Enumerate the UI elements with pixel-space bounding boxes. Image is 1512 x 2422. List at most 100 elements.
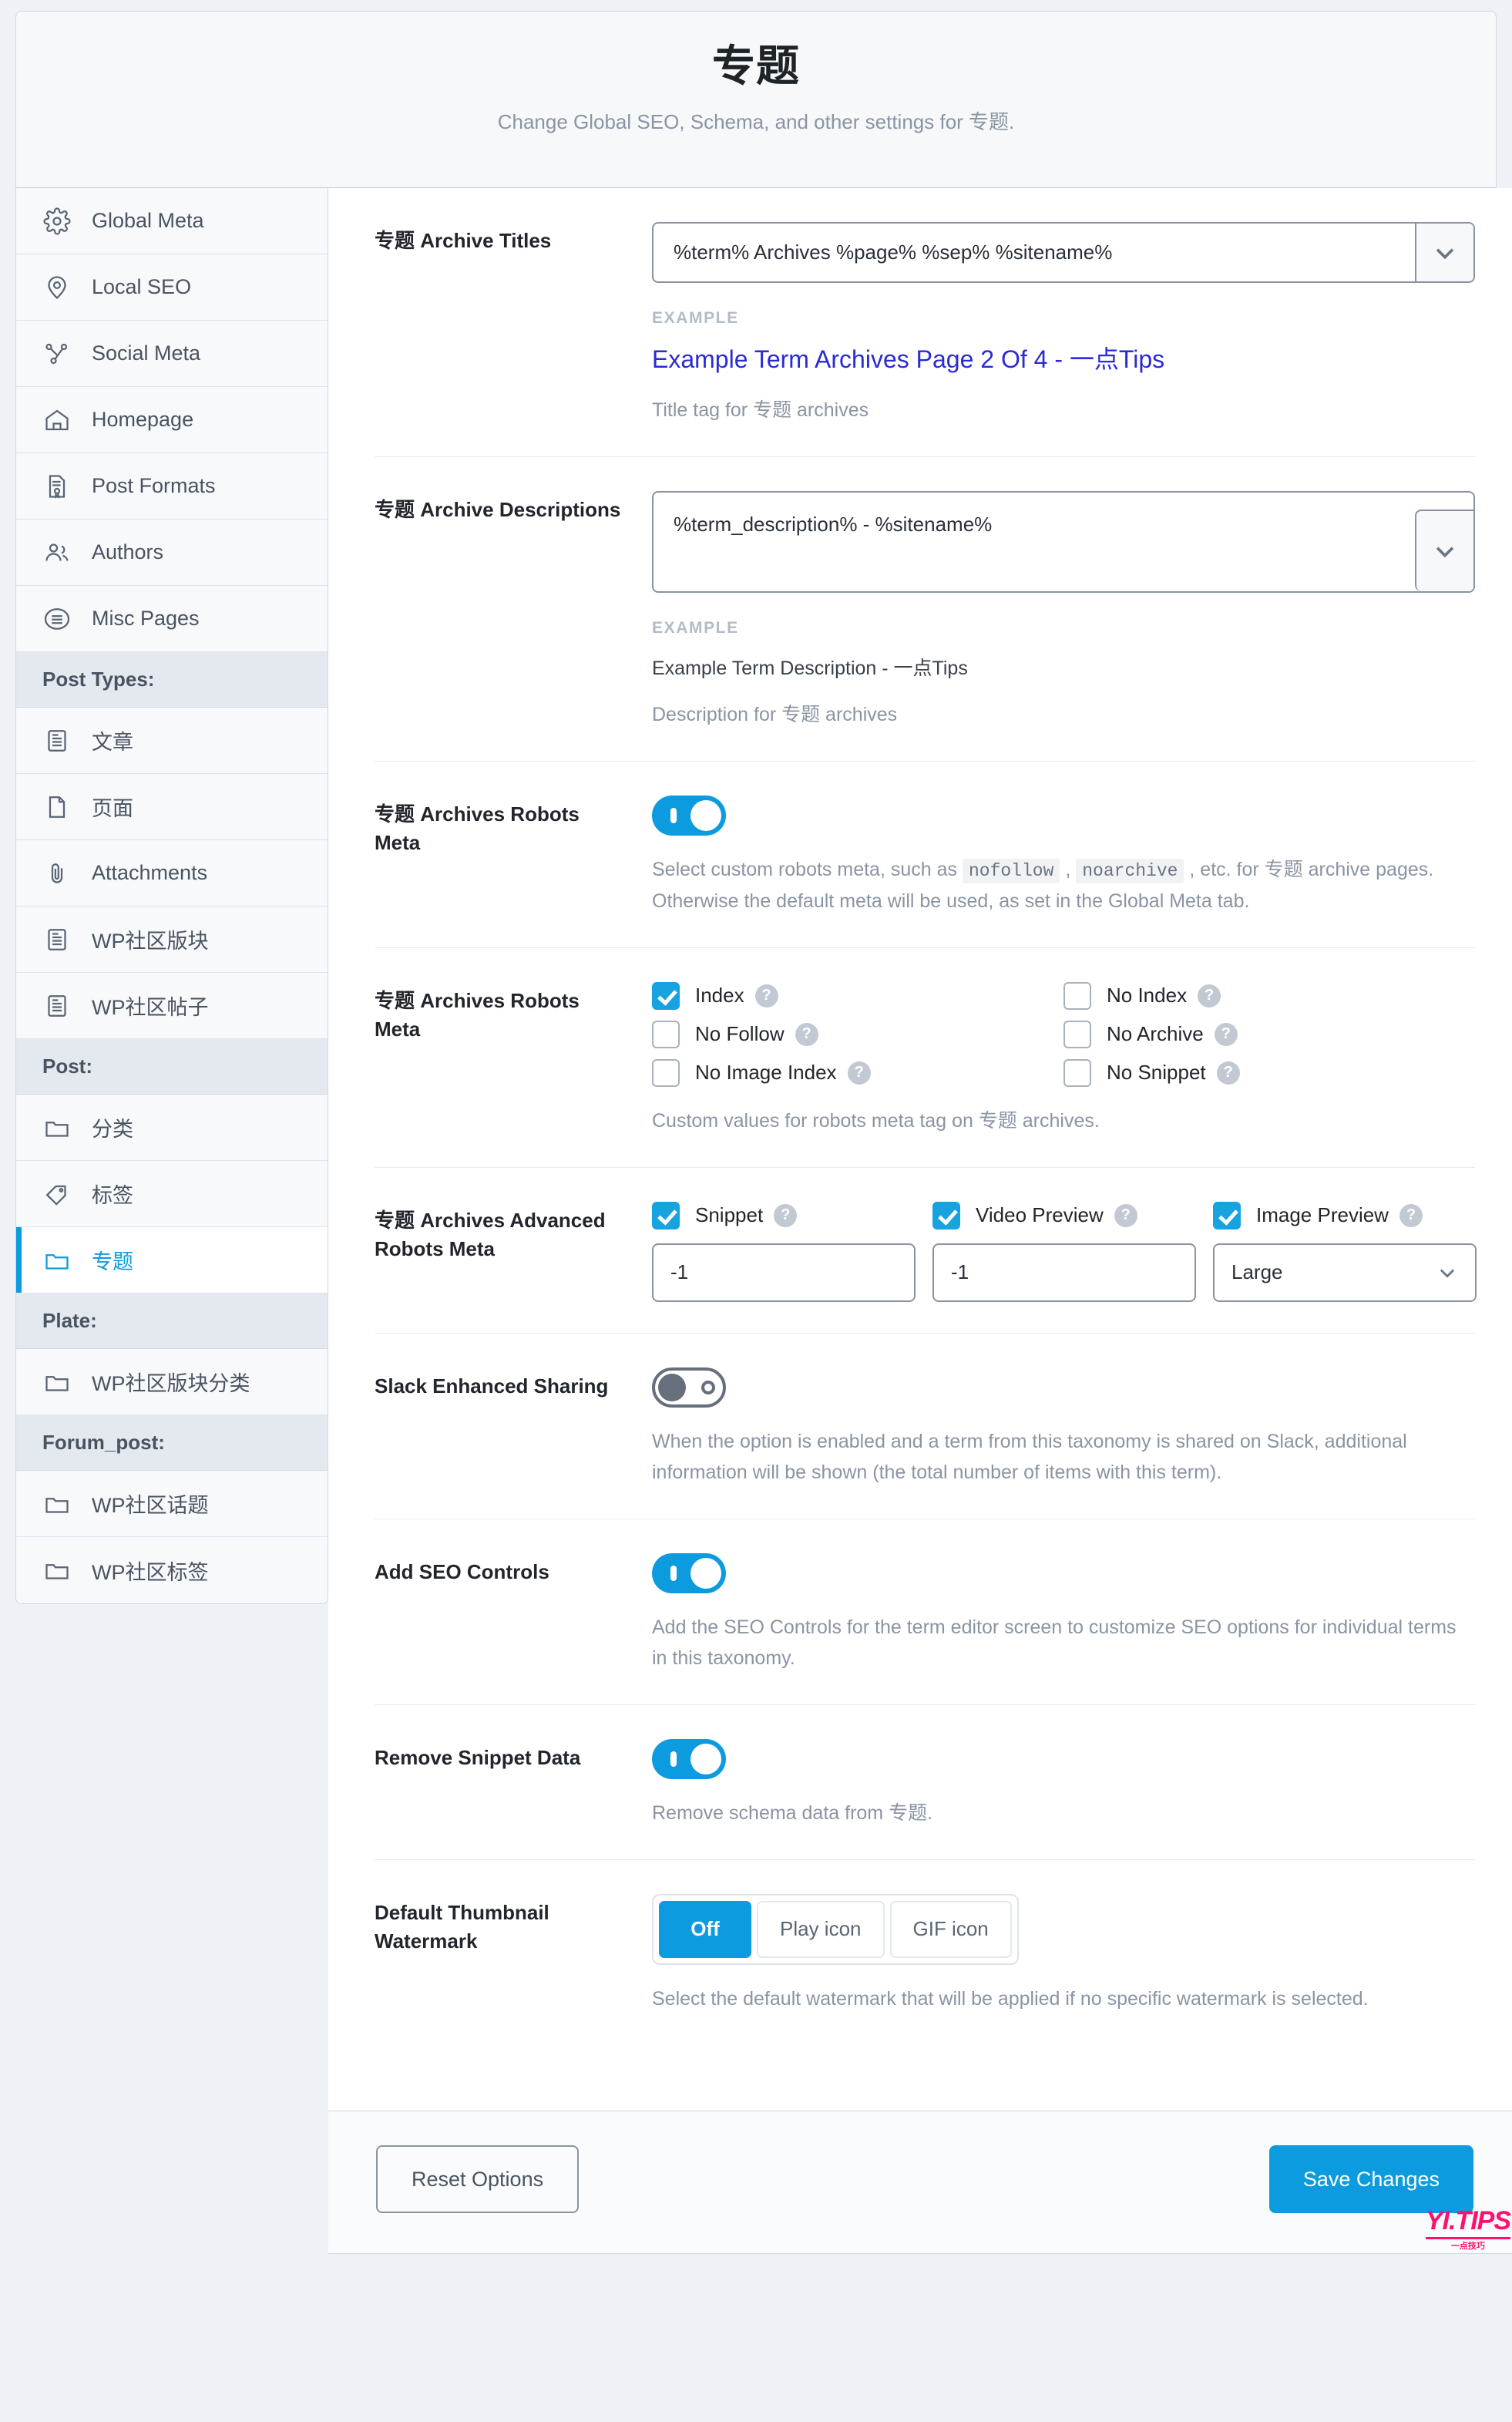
- checkbox-video-preview[interactable]: [932, 1201, 960, 1230]
- users-icon: [42, 538, 72, 567]
- sidebar-item-fenlei[interactable]: 分类: [16, 1095, 328, 1161]
- archive-descriptions-example-label: EXAMPLE: [652, 619, 739, 637]
- sidebar-item-wp-topic[interactable]: WP社区话题: [16, 1471, 328, 1537]
- archive-titles-label: 专题 Archive Titles: [375, 229, 552, 252]
- checkbox-row-no-archive[interactable]: No Archive ?: [1063, 1020, 1475, 1048]
- help-icon[interactable]: ?: [795, 1022, 818, 1046]
- sidebar-item-homepage[interactable]: Homepage: [16, 387, 328, 453]
- archive-titles-dropdown-toggle[interactable]: [1415, 224, 1473, 281]
- help-icon[interactable]: ?: [1399, 1203, 1423, 1227]
- checkbox-no-image-index[interactable]: [652, 1058, 680, 1087]
- archive-descriptions-input[interactable]: %term_description% - %sitename%: [654, 493, 1415, 591]
- help-icon[interactable]: ?: [1198, 984, 1221, 1007]
- checkbox-row-no-snippet[interactable]: No Snippet ?: [1063, 1058, 1475, 1087]
- sidebar-item-global-meta[interactable]: Global Meta: [16, 188, 328, 254]
- archive-descriptions-input-group[interactable]: %term_description% - %sitename%: [652, 491, 1475, 594]
- checkbox-row-no-index[interactable]: No Index ?: [1063, 981, 1475, 1010]
- sidebar-item-label: 分类: [92, 1118, 133, 1141]
- sidebar-item-attachments[interactable]: Attachments: [16, 840, 328, 907]
- home-icon: [42, 405, 72, 435]
- paperclip-icon: [42, 859, 72, 888]
- sidebar-group-forum-post: Forum_post:: [16, 1415, 328, 1471]
- watermark-option-gif-icon[interactable]: GIF icon: [889, 1900, 1012, 1958]
- archive-titles-input[interactable]: %term% Archives %page% %sep% %sitename%: [654, 224, 1415, 281]
- checkbox-label: No Image Index: [695, 1061, 837, 1085]
- sidebar-item-zhuanti[interactable]: 专题: [16, 1227, 328, 1293]
- robots-meta-checks-help: Custom values for robots meta tag on 专题 …: [652, 1109, 1100, 1132]
- checkbox-no-index[interactable]: [1063, 981, 1091, 1010]
- watermark-option-off[interactable]: Off: [659, 1900, 751, 1958]
- seo-controls-label: Add SEO Controls: [375, 1559, 549, 1583]
- remove-snippet-field: Remove schema data from 专题.: [652, 1738, 1475, 1828]
- chevron-down-icon: [1432, 240, 1458, 266]
- settings-footer: Reset Options Save Changes YI.TIPS 一点技巧: [328, 2111, 1512, 2253]
- help-icon[interactable]: ?: [774, 1203, 798, 1227]
- folder-icon: [42, 1113, 72, 1142]
- watermark-text: YI.TIPS: [1425, 2206, 1511, 2235]
- image-preview-header: Image Preview ?: [1213, 1201, 1477, 1230]
- sidebar-item-label: Misc Pages: [92, 607, 200, 630]
- remove-snippet-toggle[interactable]: [652, 1738, 726, 1779]
- help-icon[interactable]: ?: [754, 984, 778, 1007]
- row-default-thumbnail-watermark: Default Thumbnail Watermark Off Play ico…: [375, 1860, 1475, 2045]
- sidebar-item-authors[interactable]: Authors: [16, 520, 328, 586]
- sidebar-item-wenzhang[interactable]: 文章: [16, 708, 328, 774]
- settings-content: 专题 Archive Titles %term% Archives %page%…: [328, 188, 1512, 2254]
- checkbox-row-no-image-index[interactable]: No Image Index ?: [652, 1058, 1063, 1087]
- help-icon[interactable]: ?: [1216, 1061, 1240, 1085]
- video-preview-input[interactable]: -1: [932, 1243, 1196, 1302]
- checkbox-no-archive[interactable]: [1063, 1020, 1091, 1048]
- row-archive-descriptions: 专题 Archive Descriptions %term_descriptio…: [375, 457, 1475, 762]
- image-preview-select[interactable]: Large: [1213, 1243, 1477, 1302]
- robots-meta-toggle[interactable]: [652, 796, 726, 836]
- sidebar-item-misc-pages[interactable]: Misc Pages: [16, 586, 328, 652]
- sidebar-item-label: Authors: [92, 540, 164, 563]
- sidebar-item-yemian[interactable]: 页面: [16, 774, 328, 840]
- seo-controls-toggle[interactable]: [652, 1552, 726, 1593]
- chevron-down-icon: [1432, 538, 1458, 564]
- sidebar-item-label: Social Meta: [92, 341, 201, 365]
- checkbox-snippet[interactable]: [652, 1201, 680, 1230]
- sidebar-item-wp-posts[interactable]: WP社区帖子: [16, 973, 328, 1039]
- map-pin-icon: [42, 273, 72, 302]
- archive-descriptions-example-value: Example Term Description - 一点Tips: [652, 658, 968, 680]
- sidebar-item-biaoqian[interactable]: 标签: [16, 1161, 328, 1227]
- gear-icon: [42, 207, 72, 236]
- page-icon: [42, 792, 72, 822]
- sidebar-item-post-formats[interactable]: Post Formats: [16, 453, 328, 520]
- checkbox-index[interactable]: [652, 981, 680, 1010]
- help-icon[interactable]: ?: [1114, 1203, 1137, 1227]
- checkbox-image-preview[interactable]: [1213, 1201, 1241, 1230]
- sidebar-item-wp-tag[interactable]: WP社区标签: [16, 1537, 328, 1603]
- settings-sidebar: Global Meta Local SEO Social Meta Homepa…: [15, 188, 328, 1604]
- sidebar-item-wp-bank-category[interactable]: WP社区版块分类: [16, 1349, 328, 1415]
- sidebar-item-social-meta[interactable]: Social Meta: [16, 321, 328, 387]
- checkbox-row-index[interactable]: Index ?: [652, 981, 1063, 1010]
- sidebar-item-label: 页面: [92, 797, 133, 820]
- sidebar-item-wp-banks[interactable]: WP社区版块: [16, 907, 328, 973]
- checkbox-no-snippet[interactable]: [1063, 1058, 1091, 1087]
- help-icon[interactable]: ?: [847, 1061, 871, 1085]
- checkbox-no-follow[interactable]: [652, 1020, 680, 1048]
- archive-titles-input-group[interactable]: %term% Archives %page% %sep% %sitename%: [652, 222, 1475, 283]
- checkbox-row-no-follow[interactable]: No Follow ?: [652, 1020, 1063, 1048]
- robots-meta-checks-field: Index ? No Index ? No Follow ? No Archiv…: [652, 981, 1475, 1136]
- sidebar-group-plate: Plate:: [16, 1293, 328, 1349]
- checkbox-label: No Index: [1107, 984, 1188, 1007]
- page-subtitle: Change Global SEO, Schema, and other set…: [497, 110, 1015, 134]
- row-remove-snippet-data: Remove Snippet Data Remove schema data f…: [375, 1705, 1475, 1860]
- help-icon[interactable]: ?: [1214, 1022, 1238, 1046]
- save-changes-button[interactable]: Save Changes: [1268, 2145, 1473, 2213]
- slack-sharing-toggle[interactable]: [652, 1367, 726, 1408]
- archive-descriptions-field: %term_description% - %sitename% EXAMPLE …: [652, 491, 1475, 730]
- reset-options-button[interactable]: Reset Options: [376, 2145, 580, 2213]
- sidebar-group-label: Forum_post:: [42, 1431, 165, 1454]
- sidebar-item-local-seo[interactable]: Local SEO: [16, 254, 328, 321]
- row-archives-robots-meta-toggle: 专题 Archives Robots Meta Select custom ro…: [375, 762, 1475, 948]
- article-icon: [42, 925, 72, 954]
- archive-descriptions-dropdown-toggle[interactable]: [1415, 510, 1473, 592]
- advanced-robots-col-video-preview: Video Preview ? -1: [932, 1201, 1196, 1302]
- snippet-input[interactable]: -1: [652, 1243, 916, 1302]
- slack-sharing-help: When the option is enabled and a term fr…: [652, 1430, 1407, 1483]
- watermark-option-play-icon[interactable]: Play icon: [757, 1900, 885, 1958]
